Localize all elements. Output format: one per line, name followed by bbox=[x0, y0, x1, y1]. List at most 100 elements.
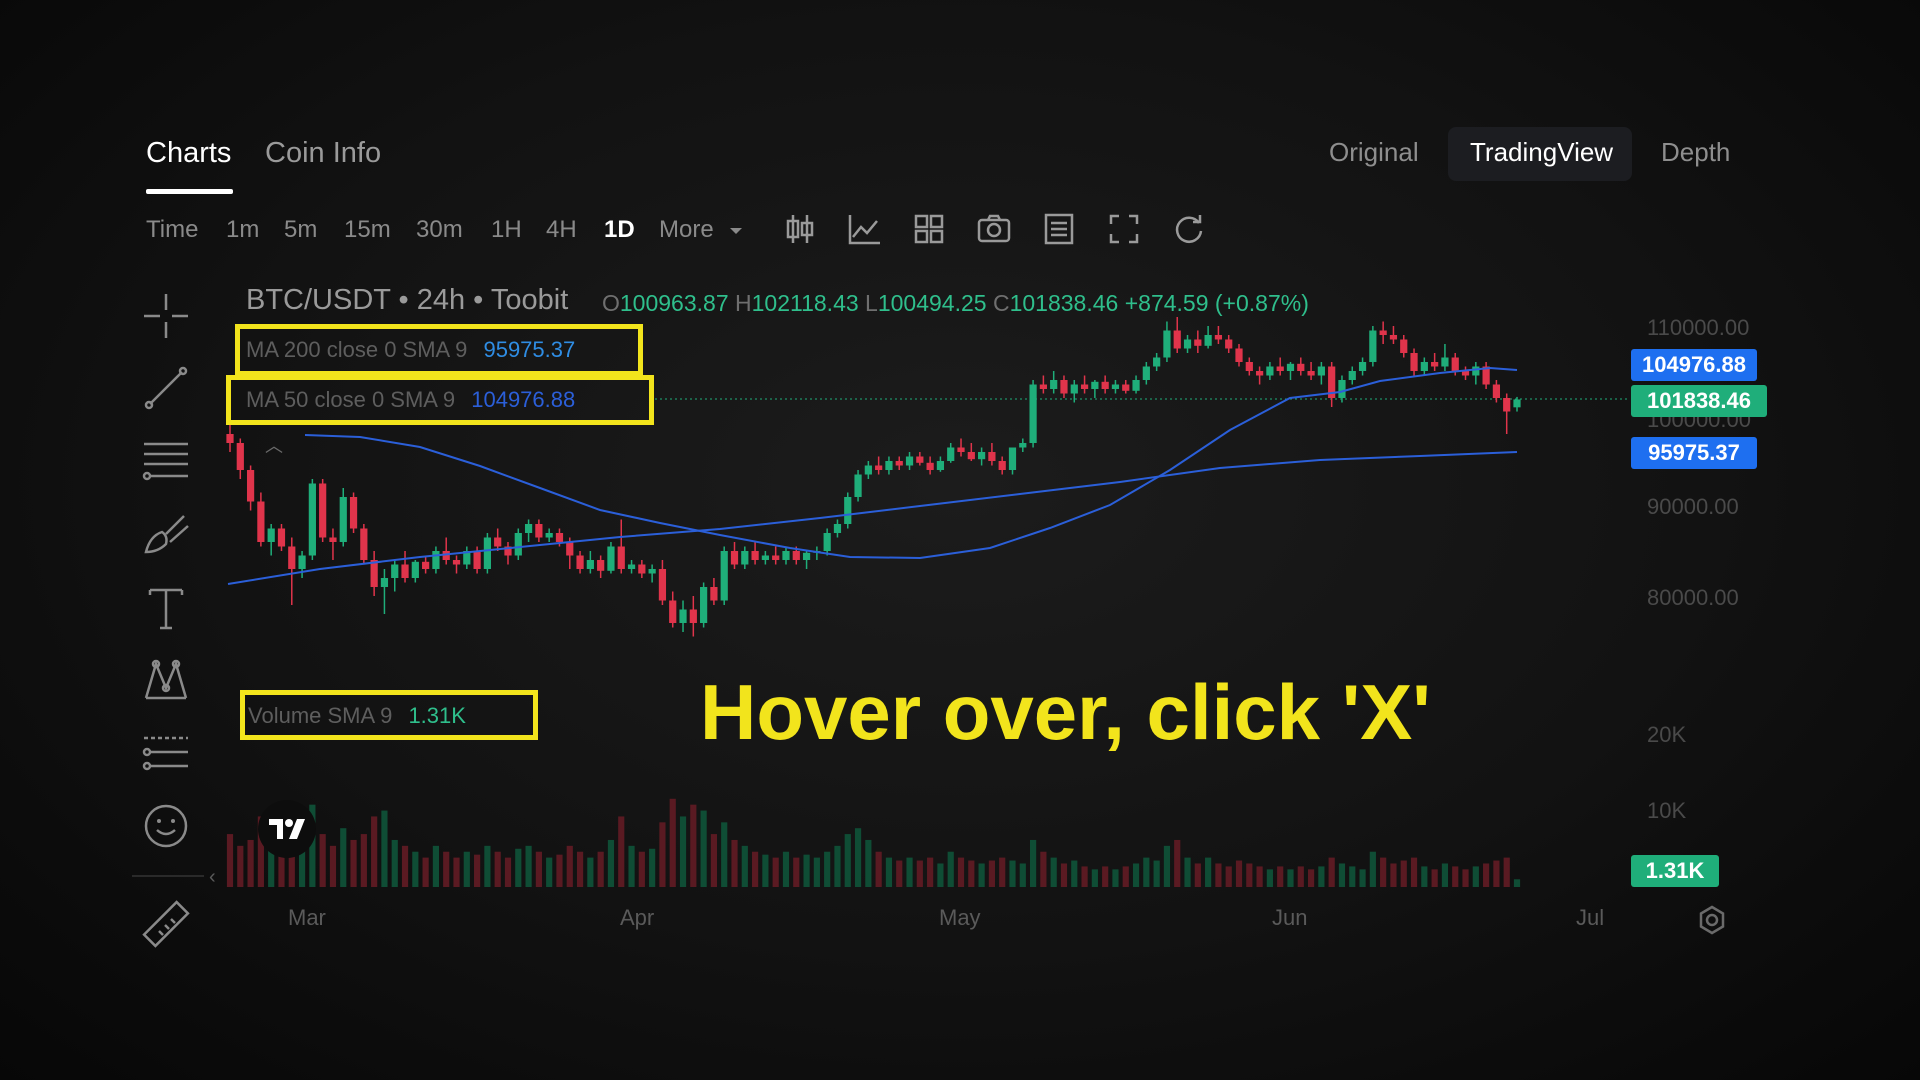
candle bbox=[524, 519, 533, 542]
ma200-legend-name: MA 200 close 0 SMA 9 bbox=[246, 337, 468, 362]
volume-bar bbox=[525, 845, 532, 887]
candle bbox=[905, 452, 914, 470]
candle bbox=[380, 569, 389, 614]
candle bbox=[1132, 375, 1140, 394]
chart-settings-icon[interactable] bbox=[1696, 904, 1728, 941]
volume-bar bbox=[1503, 857, 1510, 887]
volume-bar bbox=[237, 845, 244, 887]
volume-bar bbox=[916, 860, 923, 887]
candle bbox=[885, 456, 893, 475]
candle bbox=[1245, 357, 1253, 376]
candle bbox=[226, 420, 234, 452]
candle bbox=[761, 551, 769, 565]
volume-bar bbox=[1462, 869, 1469, 887]
ma200-legend-value: 95975.37 bbox=[483, 337, 576, 362]
volume-bar bbox=[679, 816, 687, 887]
volume-bar bbox=[556, 854, 563, 887]
volume-bar bbox=[865, 839, 872, 887]
candle bbox=[339, 488, 347, 547]
volume-bar bbox=[463, 851, 470, 887]
volume-legend[interactable]: Volume SMA 9 1.31K bbox=[248, 703, 466, 729]
candle bbox=[1410, 348, 1418, 376]
candle bbox=[1101, 375, 1109, 394]
volume-bar bbox=[1029, 839, 1037, 887]
candle bbox=[1183, 335, 1192, 353]
volume-bar bbox=[226, 834, 234, 887]
volume-bar bbox=[937, 863, 944, 887]
ma50-legend[interactable]: MA 50 close 0 SMA 9 104976.88 bbox=[246, 387, 575, 413]
candle bbox=[535, 519, 543, 542]
candle bbox=[1420, 357, 1428, 376]
month-label: Jul bbox=[1576, 905, 1605, 930]
volume-bar bbox=[371, 816, 378, 887]
volume-bar bbox=[659, 822, 666, 887]
candle bbox=[483, 533, 492, 574]
volume-bar bbox=[978, 863, 985, 887]
candle bbox=[360, 524, 368, 565]
candle bbox=[669, 591, 677, 628]
volume-bar bbox=[1483, 863, 1490, 887]
volume-bar bbox=[988, 860, 995, 887]
volume-bar bbox=[381, 810, 388, 887]
candle bbox=[1080, 375, 1089, 394]
candle bbox=[679, 600, 687, 632]
candle bbox=[689, 596, 697, 637]
volume-bar bbox=[247, 839, 254, 887]
candle bbox=[246, 465, 255, 511]
volume-bar bbox=[896, 860, 903, 887]
candle bbox=[1225, 335, 1233, 353]
volume-bar bbox=[1318, 866, 1325, 887]
volume-bar bbox=[710, 834, 718, 887]
volume-bar bbox=[649, 848, 656, 887]
volume-bar bbox=[1513, 879, 1521, 887]
volume-bar bbox=[1369, 851, 1376, 887]
candle bbox=[782, 546, 790, 565]
volume-bar bbox=[1215, 863, 1222, 887]
volume-bar bbox=[1112, 869, 1119, 887]
volume-bar bbox=[1256, 866, 1263, 887]
candle bbox=[422, 555, 430, 574]
volume-bar bbox=[391, 839, 398, 887]
candle bbox=[730, 542, 739, 569]
ma200-legend[interactable]: MA 200 close 0 SMA 9 95975.37 bbox=[246, 337, 575, 363]
volume-bar bbox=[690, 804, 697, 887]
volume-bar bbox=[1359, 869, 1366, 887]
candle bbox=[947, 443, 955, 463]
volume-axis-label: 20K bbox=[1647, 722, 1687, 747]
candle bbox=[504, 542, 512, 565]
collapse-legend-icon[interactable]: ︿ bbox=[265, 432, 283, 458]
candle bbox=[936, 456, 945, 472]
month-label: Mar bbox=[288, 905, 326, 930]
candle bbox=[1348, 366, 1356, 385]
candle bbox=[576, 551, 584, 574]
volume-bar bbox=[1225, 866, 1232, 887]
volume-bar bbox=[494, 851, 501, 887]
volume-bar bbox=[1163, 845, 1171, 887]
candle bbox=[1235, 344, 1243, 367]
volume-bar bbox=[1019, 863, 1026, 887]
volume-bar bbox=[1493, 860, 1500, 887]
last-price-tag: 101838.46 bbox=[1631, 385, 1767, 417]
candle bbox=[823, 528, 831, 556]
volume-bar bbox=[535, 851, 542, 887]
candle bbox=[1461, 366, 1470, 380]
volume-bar bbox=[906, 857, 913, 887]
volume-bar bbox=[576, 851, 584, 887]
volume-bar bbox=[1307, 869, 1315, 887]
candle bbox=[308, 479, 316, 560]
volume-bar bbox=[319, 834, 326, 887]
candle bbox=[1091, 380, 1099, 398]
candle bbox=[1029, 380, 1037, 448]
volume-bar bbox=[1277, 866, 1284, 887]
volume-bar bbox=[1143, 857, 1150, 887]
candle bbox=[288, 537, 296, 605]
candle bbox=[1286, 362, 1295, 380]
price-axis-label: 110000.00 bbox=[1647, 315, 1750, 340]
candle bbox=[1266, 362, 1274, 380]
volume-bar bbox=[700, 810, 707, 887]
candle bbox=[741, 546, 749, 569]
volume-bar bbox=[432, 845, 440, 887]
volume-bar bbox=[1153, 860, 1160, 887]
candle bbox=[957, 438, 965, 457]
candle bbox=[442, 537, 450, 565]
